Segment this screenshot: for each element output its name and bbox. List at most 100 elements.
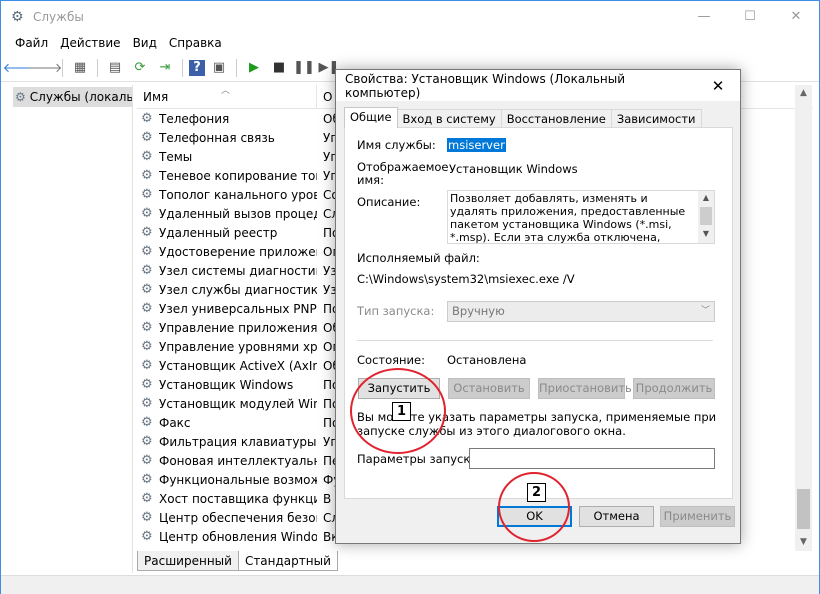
toolbar-separator bbox=[62, 58, 63, 77]
service-name: Удаленный реестр bbox=[159, 225, 278, 240]
gear-icon: ⚙ bbox=[141, 396, 153, 411]
service-name-cell: ⚙ Узел универсальных PNP-... bbox=[137, 301, 317, 316]
divider bbox=[357, 340, 713, 341]
tab-recovery[interactable]: Восстановление bbox=[500, 109, 612, 128]
console-tree-icon[interactable]: ▦ bbox=[69, 57, 91, 79]
scroll-thumb[interactable] bbox=[797, 489, 810, 529]
service-name-cell: ⚙ Управление уровнями хра... bbox=[137, 339, 317, 354]
refresh-icon[interactable]: ⟳ bbox=[129, 57, 151, 79]
export-icon[interactable]: ⇥ bbox=[154, 57, 176, 79]
service-name: Управление приложениями bbox=[159, 320, 317, 335]
exe-label: Исполняемый файл: bbox=[357, 251, 480, 265]
apply-button[interactable]: Применить bbox=[660, 506, 735, 527]
service-name-cell: ⚙ Факс bbox=[137, 415, 317, 430]
service-name: Факс bbox=[159, 415, 191, 430]
help-icon[interactable]: ? bbox=[189, 59, 205, 76]
scroll-thumb[interactable] bbox=[700, 207, 712, 225]
gear-icon: ⚙ bbox=[141, 282, 153, 297]
console-tree: ⚙ Службы (локаль bbox=[9, 85, 133, 573]
annotation-marker-2: 2 bbox=[527, 483, 546, 502]
service-name: Установщик ActiveX (AxIns... bbox=[159, 358, 317, 373]
description-scrollbar[interactable]: ▲ ▼ bbox=[698, 191, 714, 243]
menu-view[interactable]: Вид bbox=[127, 36, 163, 50]
service-name: Узел универсальных PNP-... bbox=[159, 301, 317, 316]
play-icon[interactable]: ▶ bbox=[243, 57, 265, 79]
service-name-cell: ⚙ Установщик модулей Win... bbox=[137, 396, 317, 411]
service-name: Телефония bbox=[159, 111, 230, 126]
title-bar: ⚙ Службы — ☐ ✕ bbox=[1, 1, 819, 32]
tab-standard[interactable]: Стандартный bbox=[237, 551, 338, 571]
service-name: Удаленный вызов процеду... bbox=[159, 206, 317, 221]
scroll-up-icon[interactable]: ▲ bbox=[698, 191, 714, 205]
menu-action[interactable]: Действие bbox=[54, 36, 126, 50]
scroll-up-icon[interactable]: ▲ bbox=[795, 85, 812, 102]
dialog-title-bar: Свойства: Установщик Windows (Локальный … bbox=[336, 70, 740, 101]
pause-button[interactable]: Приостановить bbox=[538, 378, 632, 399]
cancel-button[interactable]: Отмена bbox=[579, 506, 654, 527]
stop-button[interactable]: Остановить bbox=[448, 378, 530, 399]
gear-icon: ⚙ bbox=[141, 187, 153, 202]
service-name: Узел системы диагностики bbox=[159, 263, 317, 278]
gear-icon: ⚙ bbox=[141, 434, 153, 449]
scroll-down-icon[interactable]: ▼ bbox=[698, 227, 714, 241]
gear-icon: ⚙ bbox=[141, 111, 153, 126]
pause-icon[interactable]: ❚❚ bbox=[293, 57, 315, 79]
service-name: Темы bbox=[159, 149, 193, 164]
window-title: Службы bbox=[33, 9, 84, 24]
view-tabs: Расширенный Стандартный bbox=[137, 551, 338, 573]
start-params-input[interactable] bbox=[469, 448, 715, 469]
maximize-button[interactable]: ☐ bbox=[727, 1, 773, 32]
tab-dependencies[interactable]: Зависимости bbox=[610, 109, 702, 128]
service-name-cell: ⚙ Установщик Windows bbox=[137, 377, 317, 392]
tab-general[interactable]: Общие bbox=[344, 107, 398, 128]
list-scrollbar[interactable]: ▲ ▼ bbox=[795, 85, 812, 551]
dialog-close-button[interactable]: ✕ bbox=[696, 77, 740, 95]
arrow-forward-icon[interactable]: 🡒 bbox=[28, 57, 63, 79]
tree-item-services[interactable]: ⚙ Службы (локаль bbox=[13, 87, 132, 107]
resume-button[interactable]: Продолжить bbox=[633, 378, 715, 399]
stop-icon[interactable]: ■ bbox=[268, 57, 290, 79]
service-name: Удостоверение приложения bbox=[159, 244, 317, 259]
service-name: Хост поставщика функции... bbox=[159, 491, 317, 506]
service-name-cell: ⚙ Теневое копирование тома bbox=[137, 168, 317, 183]
annotation-marker-1: 1 bbox=[392, 402, 411, 421]
scroll-down-icon[interactable]: ▼ bbox=[795, 534, 812, 551]
gear-icon: ⚙ bbox=[141, 149, 153, 164]
status-value: Остановлена bbox=[447, 353, 527, 367]
tab-extended[interactable]: Расширенный bbox=[137, 551, 239, 571]
gear-icon: ⚙ bbox=[141, 244, 153, 259]
service-name-cell: ⚙ Управление приложениями bbox=[137, 320, 317, 335]
menu-file[interactable]: Файл bbox=[9, 36, 54, 50]
toolbar-separator bbox=[97, 58, 98, 77]
description-box[interactable]: Позволяет добавлять, изменять и удалять … bbox=[447, 190, 715, 244]
menu-help[interactable]: Справка bbox=[163, 36, 228, 50]
startup-type-select[interactable]: Вручную ﹀ bbox=[447, 301, 715, 322]
service-name-cell: ⚙ Узел системы диагностики bbox=[137, 263, 317, 278]
service-name-cell: ⚙ Тополог канального уровня bbox=[137, 187, 317, 202]
show-pane-icon[interactable]: ▣ bbox=[208, 57, 230, 79]
service-name: Фильтрация клавиатуры ... bbox=[159, 434, 317, 449]
display-name-value[interactable]: Установщик Windows bbox=[449, 162, 578, 176]
service-name: Фоновая интеллектуальна... bbox=[159, 453, 317, 468]
service-name: Теневое копирование тома bbox=[159, 168, 317, 183]
exe-value[interactable]: C:\Windows\system32\msiexec.exe /V bbox=[357, 272, 575, 286]
service-name-value[interactable]: msiserver bbox=[447, 138, 506, 152]
tab-logon[interactable]: Вход в систему bbox=[396, 109, 502, 128]
gear-icon: ⚙ bbox=[141, 453, 153, 468]
service-name-label: Имя службы: bbox=[357, 138, 436, 152]
close-button[interactable]: ✕ bbox=[773, 1, 819, 32]
toolbar-separator bbox=[236, 58, 237, 77]
description-label: Описание: bbox=[357, 195, 421, 209]
description-text: Позволяет добавлять, изменять и удалять … bbox=[450, 192, 686, 244]
minimize-button[interactable]: — bbox=[681, 1, 727, 32]
service-name-cell: ⚙ Центр обновления Windows bbox=[137, 529, 317, 544]
gear-icon: ⚙ bbox=[141, 491, 153, 506]
gear-icon: ⚙ bbox=[15, 90, 26, 104]
service-name-cell: ⚙ Функциональные возмож... bbox=[137, 472, 317, 487]
properties-icon[interactable]: ▤ bbox=[104, 57, 126, 79]
gear-icon: ⚙ bbox=[141, 301, 153, 316]
gear-icon: ⚙ bbox=[141, 130, 153, 145]
tree-item-label: Службы (локаль bbox=[29, 90, 132, 104]
gear-icon: ⚙ bbox=[141, 377, 153, 392]
status-label: Состояние: bbox=[357, 353, 425, 367]
